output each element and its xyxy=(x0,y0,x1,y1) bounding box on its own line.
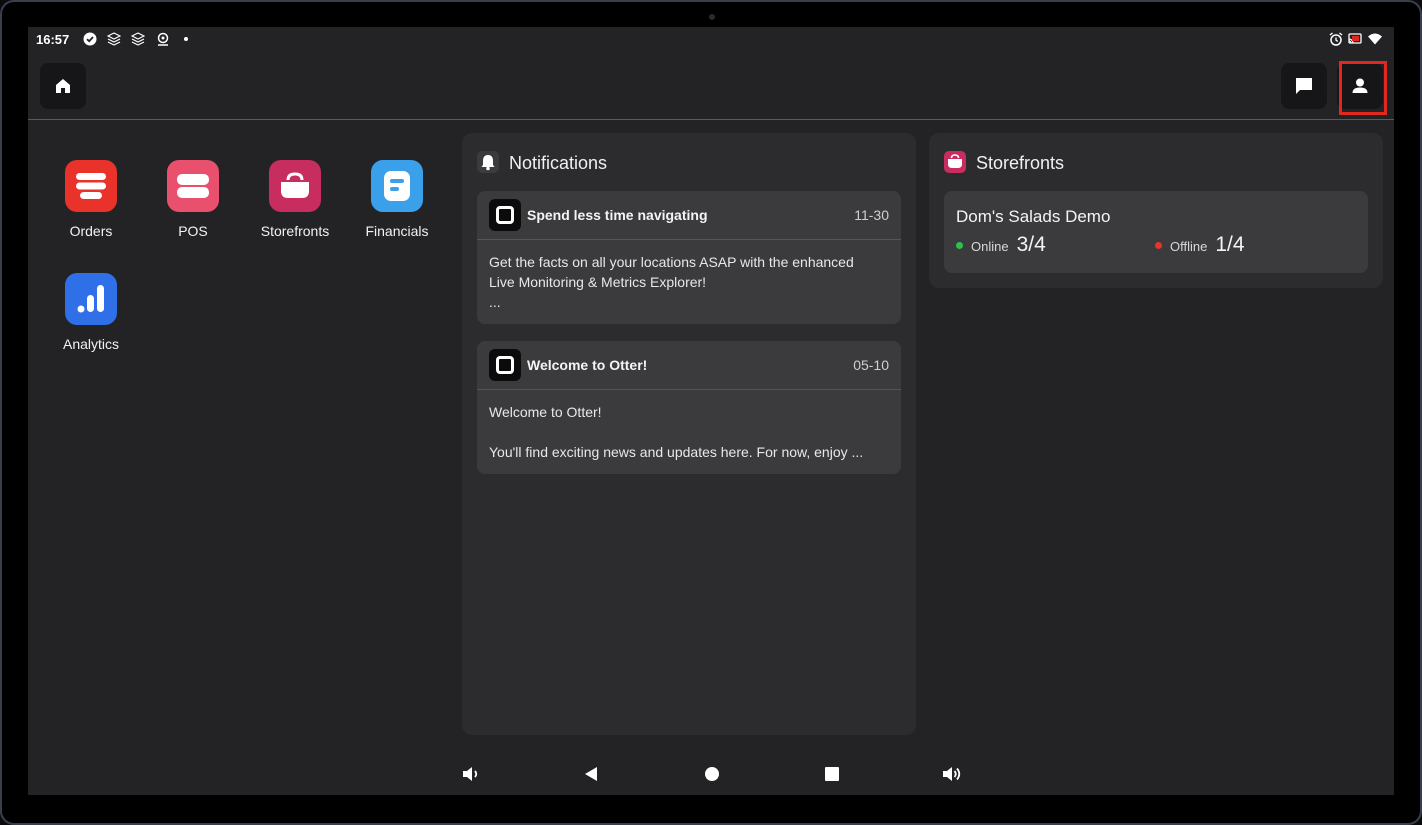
offline-label: Offline xyxy=(1170,239,1208,254)
volume-up-icon xyxy=(942,764,962,784)
analytics-icon xyxy=(65,273,117,325)
app-label: Financials xyxy=(365,223,429,239)
storefronts-panel: Storefronts Dom's Salads Demo Online 3/4… xyxy=(929,133,1383,288)
notification-body-line: ... xyxy=(489,294,501,310)
app-label: POS xyxy=(178,223,208,239)
top-bar xyxy=(28,53,1394,120)
notification-body-line: Live Monitoring & Metrics Explorer! xyxy=(489,274,707,290)
layers-icon xyxy=(107,32,121,46)
layers-icon xyxy=(131,32,145,46)
navigation-bar xyxy=(28,753,1394,795)
notification-date: 11-30 xyxy=(854,207,889,223)
wifi-icon xyxy=(1368,32,1382,46)
offline-stat: Offline 1/4 xyxy=(1155,233,1245,257)
home-nav-button[interactable] xyxy=(701,763,723,785)
online-dot xyxy=(956,242,963,249)
alarm-icon xyxy=(1329,32,1343,46)
store-card[interactable]: Dom's Salads Demo Online 3/4 Offline 1/4 xyxy=(944,191,1368,273)
notification-body-line: Welcome to Otter! xyxy=(489,404,602,420)
cast-icon xyxy=(1348,32,1362,46)
notification-body-line: Get the facts on all your locations ASAP… xyxy=(489,254,854,270)
home-icon xyxy=(53,76,73,96)
status-bar: 16:57 xyxy=(28,27,1394,53)
notification-header: Spend less time navigating 11-30 xyxy=(477,191,901,240)
online-stat: Online 3/4 xyxy=(956,233,1046,257)
notification-title: Welcome to Otter! xyxy=(527,357,648,373)
otter-logo-icon xyxy=(489,199,521,231)
recents-button[interactable] xyxy=(821,763,843,785)
chat-button[interactable] xyxy=(1281,63,1327,109)
recents-icon xyxy=(824,766,840,782)
notification-body-spacer xyxy=(489,422,889,442)
chat-icon xyxy=(1294,76,1314,96)
front-camera xyxy=(709,14,715,20)
notifications-title: Notifications xyxy=(509,153,608,173)
notification-title: Spend less time navigating xyxy=(527,207,708,223)
online-value: 3/4 xyxy=(1016,233,1046,256)
app-analytics[interactable]: Analytics xyxy=(46,273,136,352)
offline-value: 1/4 xyxy=(1215,233,1245,256)
bell-icon xyxy=(477,151,499,173)
check-circle-icon xyxy=(83,32,97,46)
status-time: 16:57 xyxy=(36,32,70,47)
app-label: Storefronts xyxy=(260,223,330,239)
app-financials[interactable]: Financials xyxy=(352,160,442,239)
notification-card[interactable]: Welcome to Otter! 05-10 Welcome to Otter… xyxy=(477,341,901,474)
back-button[interactable] xyxy=(580,763,602,785)
app-label: Orders xyxy=(69,223,113,239)
online-label: Online xyxy=(971,239,1009,254)
volume-down-icon xyxy=(461,764,481,784)
store-name: Dom's Salads Demo xyxy=(956,207,1111,226)
notification-body-line: You'll find exciting news and updates he… xyxy=(489,444,864,460)
notification-card[interactable]: Spend less time navigating 11-30 Get the… xyxy=(477,191,901,324)
location-icon xyxy=(156,32,170,46)
notification-header: Welcome to Otter! 05-10 xyxy=(477,341,901,390)
storefronts-title: Storefronts xyxy=(976,153,1065,173)
orders-icon xyxy=(65,160,117,212)
notification-date: 05-10 xyxy=(853,357,889,373)
financials-icon xyxy=(371,160,423,212)
volume-down-button[interactable] xyxy=(460,763,482,785)
app-label: Analytics xyxy=(62,336,120,352)
pos-icon xyxy=(167,160,219,212)
back-icon xyxy=(582,765,600,783)
app-pos[interactable]: POS xyxy=(148,160,238,239)
storefront-icon xyxy=(944,151,966,173)
profile-button-highlight xyxy=(1339,61,1387,115)
app-orders[interactable]: Orders xyxy=(46,160,136,239)
app-storefronts[interactable]: Storefronts xyxy=(250,160,340,239)
storefront-icon xyxy=(269,160,321,212)
notifications-panel: Notifications Spend less time navigating… xyxy=(462,133,916,735)
home-button[interactable] xyxy=(40,63,86,109)
home-circle-icon xyxy=(704,766,720,782)
volume-up-button[interactable] xyxy=(941,763,963,785)
notification-body: Welcome to Otter! You'll find exciting n… xyxy=(477,390,901,474)
otter-logo-icon xyxy=(489,349,521,381)
notification-body: Get the facts on all your locations ASAP… xyxy=(477,240,901,324)
screen: 16:57 Orders POS Storefronts Financials … xyxy=(28,27,1394,795)
dot-icon xyxy=(181,32,195,46)
offline-dot xyxy=(1155,242,1162,249)
